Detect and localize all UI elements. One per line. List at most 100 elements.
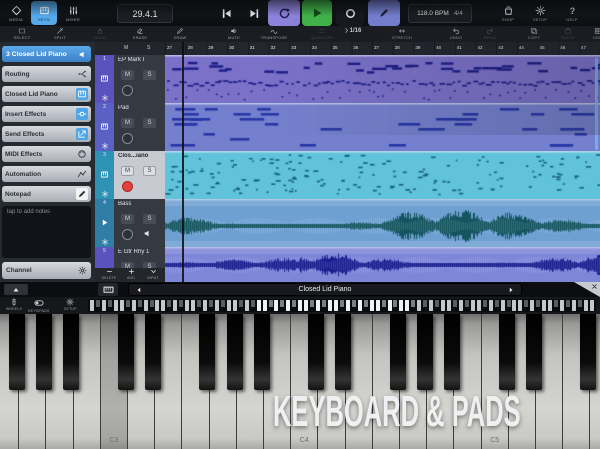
track-header-ep-mark-i[interactable]: 1EP Mark IMS xyxy=(95,55,165,104)
setup-control[interactable]: SETUP xyxy=(64,298,77,311)
track-region[interactable] xyxy=(165,247,600,282)
black-key-Ds5[interactable] xyxy=(526,314,542,390)
wheels-control[interactable]: WHEELS xyxy=(6,298,22,311)
inspector-item-send-effects[interactable]: Send Effects xyxy=(2,126,91,142)
track-region[interactable] xyxy=(165,199,600,247)
black-key-As2[interactable] xyxy=(63,314,79,390)
record-button[interactable] xyxy=(336,0,364,26)
keyboard-toggle-button[interactable] xyxy=(98,283,118,296)
tempo-display[interactable]: 118.0 BPM 4/4 xyxy=(408,4,472,23)
selected-track-header[interactable]: 3 Closed Lid Piano xyxy=(2,46,91,62)
black-key-Ds3[interactable] xyxy=(145,314,161,390)
inspector-item-notepad[interactable]: Notepad xyxy=(2,186,91,202)
black-key-Fs5[interactable] xyxy=(580,314,596,390)
mixer-button[interactable]: MIXER xyxy=(60,1,86,25)
inspector-item-midi-effects[interactable]: MIDI Effects xyxy=(2,146,91,162)
track-mute-button[interactable]: M xyxy=(121,166,134,176)
keys-button[interactable]: KEYS xyxy=(31,1,57,25)
tool-copy[interactable]: COPY xyxy=(518,27,550,41)
inspector-item-automation[interactable]: Automation xyxy=(2,166,91,182)
inspector-item-closed-lid-piano[interactable]: Closed Lid Piano xyxy=(2,86,91,102)
tool-glue[interactable]: GLUE xyxy=(84,27,116,41)
inspector-item-routing[interactable]: Routing xyxy=(2,66,91,82)
tool-quantize[interactable]: QUANTIZE xyxy=(306,27,338,41)
ribbon-key-mark xyxy=(173,300,177,311)
black-key-Fs3[interactable] xyxy=(199,314,215,390)
channel-button[interactable]: Channel xyxy=(2,262,91,279)
draw-mode-button[interactable] xyxy=(368,0,400,26)
playhead[interactable] xyxy=(182,42,184,282)
tool-split[interactable]: SPLIT xyxy=(44,27,76,41)
notepad-area[interactable]: tap to add notes xyxy=(2,206,91,258)
shop-button[interactable]: SHOP xyxy=(495,1,521,25)
close-icon[interactable] xyxy=(591,283,598,290)
black-key-Cs3[interactable] xyxy=(118,314,134,390)
track-solo-button[interactable]: S xyxy=(143,70,156,80)
tool-erase[interactable]: ERASE xyxy=(124,27,156,41)
tool-select[interactable]: SELECT xyxy=(6,27,38,41)
track-header-clos-iano[interactable]: 3Clos...ianoMS xyxy=(95,151,165,200)
tool-grid[interactable]: GRID xyxy=(582,27,600,41)
collapse-panel-button[interactable] xyxy=(4,284,28,295)
song-position-display[interactable]: 29.4.1 xyxy=(117,4,173,23)
plus-icon xyxy=(128,268,135,275)
setup-button[interactable]: SETUP xyxy=(527,1,553,25)
tool-quantize-value[interactable]: 1/16 xyxy=(336,27,368,41)
play-button[interactable] xyxy=(302,0,332,26)
track-header-pad[interactable]: 2PadMS xyxy=(95,103,165,152)
track-region[interactable] xyxy=(165,55,600,103)
add-track-button[interactable]: ADD xyxy=(121,268,141,282)
tool-undo[interactable]: UNDO xyxy=(440,27,472,41)
track-record-button[interactable] xyxy=(122,181,133,192)
black-key-As4[interactable] xyxy=(444,314,460,390)
input-track-button[interactable]: INPUT xyxy=(143,268,163,282)
black-key-Gs2[interactable] xyxy=(36,314,52,390)
bar-number: 33 xyxy=(291,45,296,50)
loop-button[interactable] xyxy=(268,0,300,26)
track-mute-button[interactable]: M xyxy=(121,118,134,128)
track-solo-button[interactable]: S xyxy=(143,166,156,176)
inspector-item-insert-effects[interactable]: Insert Effects xyxy=(2,106,91,122)
track-monitor-icon[interactable] xyxy=(143,229,152,238)
skip-forward-button[interactable] xyxy=(244,0,264,26)
black-key-Cs4[interactable] xyxy=(308,314,324,390)
ribbon-key-mark xyxy=(542,300,546,311)
black-key-Cs5[interactable] xyxy=(499,314,515,390)
prev-instrument-icon[interactable] xyxy=(135,286,143,294)
tool-transpose[interactable]: TRANSPOSE xyxy=(258,27,290,41)
next-instrument-icon[interactable] xyxy=(507,286,515,294)
track-record-button[interactable] xyxy=(122,85,133,96)
instrument-selector[interactable]: Closed Lid Piano xyxy=(128,283,522,296)
tool-stretch[interactable]: STRETCH xyxy=(386,27,418,41)
vertical-scrollbar[interactable] xyxy=(595,58,598,150)
delete-track-button[interactable]: DELETE xyxy=(99,268,119,282)
keyboard-overview-ribbon[interactable] xyxy=(88,299,596,312)
keys-pads-control[interactable]: KEYS/PADS xyxy=(28,298,49,313)
black-key-Gs3[interactable] xyxy=(227,314,243,390)
track-region[interactable] xyxy=(165,151,600,199)
track-mute-button[interactable]: M xyxy=(121,214,134,224)
split-icon xyxy=(56,27,64,35)
media-button[interactable]: MEDIA xyxy=(3,1,29,25)
black-key-Fs2[interactable] xyxy=(9,314,25,390)
track-region[interactable] xyxy=(165,103,600,151)
track-solo-button[interactable]: S xyxy=(143,214,156,224)
track-solo-button[interactable]: S xyxy=(143,118,156,128)
tool-paste[interactable]: PASTE xyxy=(552,27,584,41)
black-key-Fs4[interactable] xyxy=(390,314,406,390)
track-header-bass[interactable]: 4BassMS xyxy=(95,199,165,248)
tool-redo[interactable]: REDO xyxy=(474,27,506,41)
lane-divider xyxy=(165,199,600,200)
help-button[interactable]: ? HELP xyxy=(559,1,585,25)
black-key-Ds4[interactable] xyxy=(335,314,351,390)
black-key-As3[interactable] xyxy=(254,314,270,390)
arrange-area[interactable]: 2728293031323334353637383940414243444546… xyxy=(165,42,600,282)
track-record-button[interactable] xyxy=(122,133,133,144)
tool-draw[interactable]: DRAW xyxy=(164,27,196,41)
tool-mute[interactable]: MUTE xyxy=(218,27,250,41)
timeline-ruler[interactable]: 2728293031323334353637383940414243444546… xyxy=(165,42,600,56)
track-record-button[interactable] xyxy=(122,229,133,240)
track-mute-button[interactable]: M xyxy=(121,70,134,80)
black-key-Gs4[interactable] xyxy=(417,314,433,390)
skip-back-button[interactable] xyxy=(216,0,236,26)
